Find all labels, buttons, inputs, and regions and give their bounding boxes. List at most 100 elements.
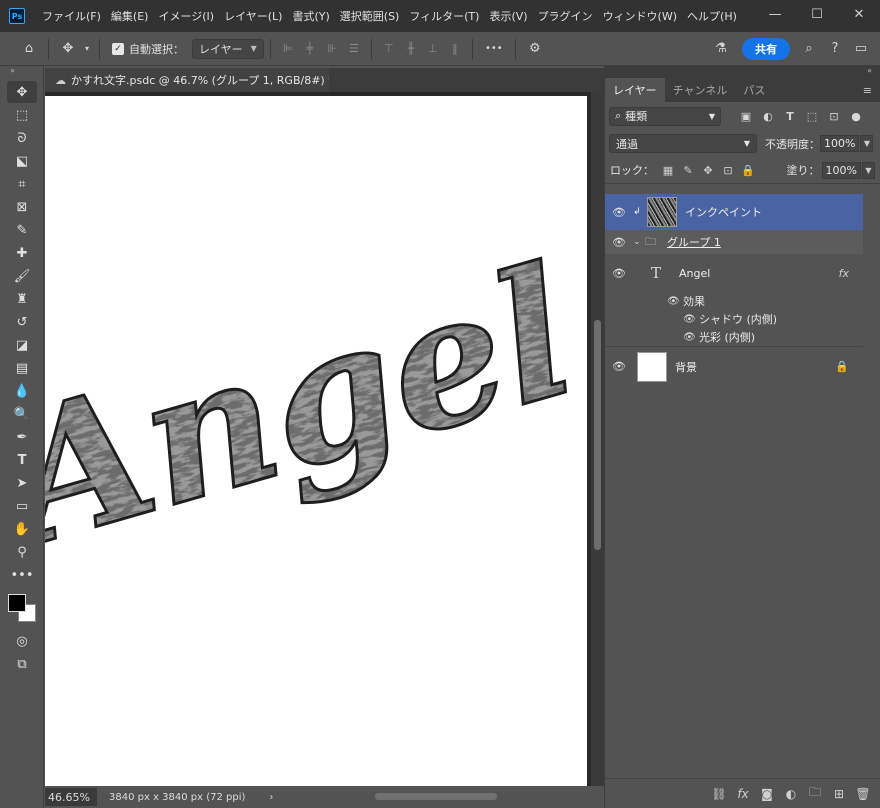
type-tool-icon[interactable]: T bbox=[7, 449, 37, 471]
align-right-icon[interactable]: ⊪ bbox=[321, 38, 343, 60]
trash-icon[interactable]: 🗑 bbox=[851, 787, 875, 801]
screen-mode-icon[interactable]: ⧉ bbox=[7, 653, 37, 675]
hand-tool-icon[interactable]: ✋ bbox=[7, 518, 37, 540]
lock-transparency-icon[interactable]: ▦ bbox=[658, 164, 678, 177]
mask-icon[interactable]: ◙ bbox=[755, 787, 779, 801]
fx-icon[interactable]: fx bbox=[839, 267, 849, 280]
panel-menu-icon[interactable]: ≡ bbox=[863, 84, 872, 97]
menu-help[interactable]: ヘルプ(H) bbox=[682, 8, 742, 24]
menu-edit[interactable]: 編集(E) bbox=[106, 8, 154, 24]
crop-tool-icon[interactable]: ⌗ bbox=[7, 173, 37, 195]
align-center-icon[interactable]: ╪ bbox=[299, 38, 321, 60]
eye-icon[interactable]: 👁 bbox=[683, 314, 699, 325]
distribute-vertical-icon[interactable]: ‖ bbox=[444, 38, 466, 60]
layer-background[interactable]: 👁 背景 🔒 bbox=[605, 346, 863, 386]
edit-toolbar-icon[interactable]: ••• bbox=[7, 564, 37, 586]
menu-image[interactable]: イメージ(I) bbox=[153, 8, 219, 24]
move-tool-icon[interactable]: ✥ bbox=[55, 36, 81, 62]
lasso-tool-icon[interactable]: ᘐ bbox=[7, 127, 37, 149]
menu-type[interactable]: 書式(Y) bbox=[287, 8, 334, 24]
auto-select-checkbox[interactable]: ✓ bbox=[112, 42, 124, 55]
menu-plugins[interactable]: プラグイン bbox=[533, 8, 598, 24]
eye-icon[interactable]: 👁 bbox=[683, 332, 699, 343]
eye-icon[interactable]: 👁 bbox=[605, 267, 633, 280]
document-tab[interactable]: ☁ かすれ文字.psdc @ 46.7% (グループ 1, RGB/8#) * bbox=[45, 68, 334, 92]
share-button[interactable]: 共有 bbox=[742, 37, 790, 60]
rectangle-tool-icon[interactable]: ▭ bbox=[7, 495, 37, 517]
link-icon[interactable]: ⛓ bbox=[707, 787, 731, 801]
zoom-level-field[interactable]: 46.65% bbox=[45, 788, 97, 806]
auto-select-target-dropdown[interactable]: レイヤー ▼ bbox=[192, 38, 264, 59]
gradient-tool-icon[interactable]: ▤ bbox=[7, 357, 37, 379]
align-top-icon[interactable]: ⊤ bbox=[378, 38, 400, 60]
fill-chevron-icon[interactable]: ▼ bbox=[862, 161, 875, 179]
menu-layer[interactable]: レイヤー(L) bbox=[219, 8, 287, 24]
kind-filter-dropdown[interactable]: ⌕ 種類 ▼ bbox=[609, 106, 721, 126]
minimize-icon[interactable]: — bbox=[754, 0, 796, 28]
close-icon[interactable]: ✕ bbox=[838, 0, 880, 28]
more-options-icon[interactable]: ••• bbox=[479, 36, 509, 62]
help-icon[interactable]: ? bbox=[822, 36, 848, 62]
history-brush-tool-icon[interactable]: ↺ bbox=[7, 311, 37, 333]
adjustment-layer-icon[interactable]: ◐ bbox=[779, 787, 803, 801]
layer-group-1[interactable]: 👁 ⌄ 🗀 グループ 1 bbox=[605, 230, 863, 254]
eye-icon[interactable]: 👁 bbox=[605, 236, 633, 249]
eye-icon[interactable]: 👁 bbox=[667, 296, 683, 307]
chevron-down-icon[interactable]: ⌄ bbox=[633, 237, 645, 247]
menu-select[interactable]: 選択範囲(S) bbox=[335, 8, 405, 24]
vertical-scrollbar[interactable] bbox=[591, 92, 604, 786]
eye-icon[interactable]: 👁 bbox=[605, 206, 633, 219]
layer-inkpaint[interactable]: 👁 ↲ インクペイント bbox=[605, 194, 863, 230]
stamp-tool-icon[interactable]: ♜ bbox=[7, 288, 37, 310]
collapse-icon[interactable]: » bbox=[0, 66, 43, 80]
horizontal-scroll-thumb[interactable] bbox=[375, 793, 497, 800]
effect-inner-glow[interactable]: 👁 光彩 (内側) bbox=[605, 328, 863, 346]
vertical-scroll-thumb[interactable] bbox=[594, 320, 601, 550]
gear-icon[interactable]: ⚙ bbox=[522, 36, 548, 62]
tab-paths[interactable]: パス bbox=[735, 78, 773, 102]
filter-smart-object-icon[interactable]: ⊡ bbox=[823, 110, 845, 123]
eraser-tool-icon[interactable]: ◪ bbox=[7, 334, 37, 356]
home-icon[interactable]: ⌂ bbox=[16, 36, 42, 62]
lock-all-icon[interactable]: 🔒 bbox=[738, 164, 758, 177]
menu-window[interactable]: ウィンドウ(W) bbox=[598, 8, 682, 24]
workspace-icon[interactable]: ▭ bbox=[848, 36, 874, 62]
effects-header[interactable]: 👁 効果 bbox=[605, 292, 863, 310]
filter-shape-icon[interactable]: ⬚ bbox=[801, 110, 823, 123]
healing-brush-tool-icon[interactable]: ✚ bbox=[7, 242, 37, 264]
zoom-tool-icon[interactable]: ⚲ bbox=[7, 541, 37, 563]
status-expand-arrow[interactable]: › bbox=[269, 792, 273, 803]
path-select-tool-icon[interactable]: ➤ bbox=[7, 472, 37, 494]
new-layer-icon[interactable]: ⊞ bbox=[827, 787, 851, 801]
object-select-tool-icon[interactable]: ⬕ bbox=[7, 150, 37, 172]
pen-tool-icon[interactable]: ✒ bbox=[7, 426, 37, 448]
dodge-tool-icon[interactable]: 🔍 bbox=[7, 403, 37, 425]
flask-icon[interactable]: ⚗ bbox=[708, 36, 734, 62]
collapse-panel-icon[interactable]: « bbox=[605, 66, 880, 78]
menu-view[interactable]: 表示(V) bbox=[484, 8, 532, 24]
new-group-icon[interactable]: 🗀 bbox=[803, 783, 827, 804]
menu-filter[interactable]: フィルター(T) bbox=[404, 8, 484, 24]
eye-icon[interactable]: 👁 bbox=[605, 360, 633, 373]
eyedropper-tool-icon[interactable]: ✎ bbox=[7, 219, 37, 241]
effect-inner-shadow[interactable]: 👁 シャドウ (内側) bbox=[605, 310, 863, 328]
align-middle-icon[interactable]: ╫ bbox=[400, 38, 422, 60]
blur-tool-icon[interactable]: 💧 bbox=[7, 380, 37, 402]
fill-field[interactable]: 100% bbox=[821, 161, 861, 179]
layers-scrollbar[interactable] bbox=[863, 194, 879, 774]
brush-tool-icon[interactable]: 🖌 bbox=[7, 265, 37, 287]
foreground-color-swatch[interactable] bbox=[8, 594, 26, 612]
lock-position-icon[interactable]: ✥ bbox=[698, 164, 718, 177]
quick-mask-icon[interactable]: ◎ bbox=[7, 630, 37, 652]
opacity-chevron-icon[interactable]: ▼ bbox=[860, 135, 874, 152]
search-icon[interactable]: ⌕ bbox=[796, 36, 822, 62]
layer-angel-text[interactable]: 👁 T Angel fx bbox=[605, 254, 863, 292]
align-left-icon[interactable]: ⊫ bbox=[277, 38, 299, 60]
filter-adjustment-icon[interactable]: ◐ bbox=[757, 110, 779, 123]
maximize-icon[interactable]: ☐ bbox=[796, 0, 838, 28]
blend-mode-dropdown[interactable]: 通過 ▼ bbox=[609, 134, 757, 153]
frame-tool-icon[interactable]: ⊠ bbox=[7, 196, 37, 218]
lock-pixels-icon[interactable]: ✎ bbox=[678, 164, 698, 177]
document-canvas[interactable]: Angel bbox=[45, 96, 587, 786]
move-tool-icon[interactable]: ✥ bbox=[7, 81, 37, 103]
